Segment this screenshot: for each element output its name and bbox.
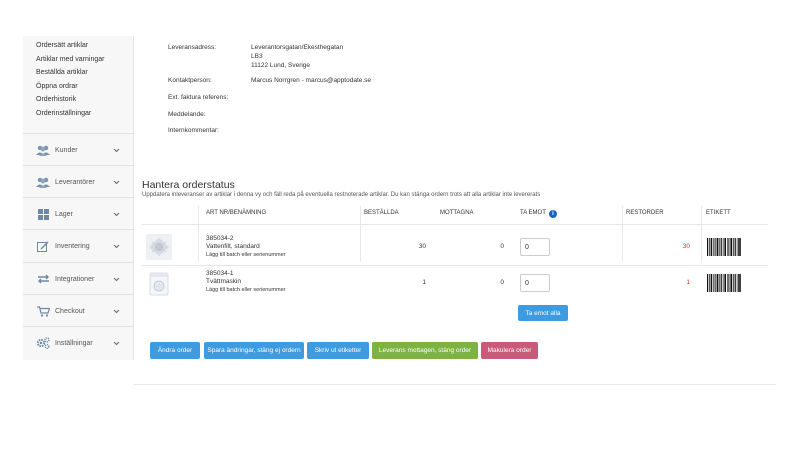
column-divider xyxy=(360,206,361,262)
column-divider xyxy=(622,206,623,262)
submenu-item-order-items[interactable]: Ordersätt artiklar xyxy=(36,39,133,53)
order-detail-panel: Leveransadress: Leverantorsgatan/Ekesthe… xyxy=(134,36,776,385)
sidebar-label: Inställningar xyxy=(55,339,93,347)
received-qty: 0 xyxy=(500,243,504,250)
col-header-ordered: BESTÄLLDA xyxy=(364,210,399,216)
delivery-received-button[interactable]: Leverans mottagen, stäng order xyxy=(372,342,478,359)
add-batch-link[interactable]: Lägg till batch eller serienummer xyxy=(206,251,285,259)
received-qty: 0 xyxy=(500,279,504,286)
address-line: 11122 Lund, Sverige xyxy=(251,62,311,69)
sidebar-item-stock[interactable]: Lager xyxy=(23,197,133,230)
submenu-item-ordered-items[interactable]: Beställda artiklar xyxy=(36,66,133,80)
sidebar-label: Leverantörer xyxy=(55,178,95,186)
receive-qty-input[interactable] xyxy=(520,238,550,256)
message-label: Meddelande: xyxy=(168,111,206,118)
chevron-down-icon xyxy=(111,244,121,249)
sidebar-item-suppliers[interactable]: Leverantörer xyxy=(23,165,133,198)
sidebar-label: Checkout xyxy=(55,307,85,315)
print-labels-button[interactable]: Skriv ut etiketter xyxy=(307,342,369,359)
backorder-qty: 30 xyxy=(682,243,690,250)
sidebar-item-checkout[interactable]: Checkout xyxy=(23,294,133,327)
col-header-received: MOTTAGNA xyxy=(440,210,474,216)
row-divider xyxy=(142,265,768,266)
contact-person-value: Marcus Norrgren - marcus@apptodate.se xyxy=(251,77,372,84)
delivery-address-value: Leverantorsgatan/Ekesthegatan LB3 11122 … xyxy=(251,43,343,70)
grid-icon xyxy=(36,208,50,220)
backorder-qty: 1 xyxy=(686,279,690,286)
product-name: Tvättmaskin xyxy=(206,278,242,285)
sidebar-label: Kunder xyxy=(55,146,78,154)
address-line: Leverantorsgatan/Ekesthegatan xyxy=(251,44,344,51)
submenu-item-order-settings[interactable]: Orderinställningar xyxy=(36,107,133,121)
order-submenu: Ordersätt artiklar Artiklar med varninga… xyxy=(23,36,133,120)
product-info: 385034-2 Vattenfilt, standard Lägg till … xyxy=(206,235,285,259)
cancel-order-button[interactable]: Makulera order xyxy=(481,342,538,359)
column-divider xyxy=(701,206,702,262)
sidebar-item-integrations[interactable]: Integrationer xyxy=(23,262,133,295)
contact-person-label: Kontaktperson: xyxy=(168,77,212,84)
chevron-down-icon xyxy=(111,148,121,153)
sidebar: Ordersätt artiklar Artiklar med varninga… xyxy=(23,36,134,360)
sidebar-item-inventory[interactable]: Inventering xyxy=(23,229,133,262)
col-header-receive: TA EMOT xyxy=(520,210,546,216)
chevron-down-icon xyxy=(111,212,121,217)
barcode-label[interactable] xyxy=(707,274,741,292)
info-icon[interactable]: i xyxy=(549,210,557,218)
product-name: Vattenfilt, standard xyxy=(206,243,260,250)
chevron-down-icon xyxy=(111,180,121,185)
manage-status-title: Hantera orderstatus xyxy=(142,179,235,191)
receive-all-button[interactable]: Ta emot alla xyxy=(518,305,568,321)
submenu-item-order-history[interactable]: Orderhistorik xyxy=(36,93,133,107)
users-icon xyxy=(36,176,50,188)
sidebar-label: Lager xyxy=(55,210,73,218)
product-info: 385034-1 Tvättmaskin Lägg till batch ell… xyxy=(206,270,285,294)
ordered-qty: 30 xyxy=(418,243,426,250)
manage-status-description: Uppdatera inleveranser av artiklar i den… xyxy=(142,192,541,198)
address-line: LB3 xyxy=(251,53,263,60)
header-divider xyxy=(142,224,768,225)
cogs-icon xyxy=(36,337,50,349)
col-header-label: ETIKETT xyxy=(706,210,731,216)
internal-comment-label: Internkommentar: xyxy=(168,127,219,134)
receive-qty-input[interactable] xyxy=(520,274,550,292)
product-image xyxy=(146,271,172,297)
sidebar-label: Integrationer xyxy=(55,275,95,283)
sidebar-item-customers[interactable]: Kunder xyxy=(23,133,133,166)
article-number: 385034-2 xyxy=(206,235,234,242)
submenu-item-open-orders[interactable]: Öppna ordrar xyxy=(36,80,133,94)
sidebar-item-settings[interactable]: Inställningar xyxy=(23,326,133,359)
cart-icon xyxy=(36,305,50,317)
change-order-button[interactable]: Ändra order xyxy=(150,342,200,359)
delivery-address-label: Leveransadress: xyxy=(168,44,217,51)
col-header-art: ART NR/BENÄMNING xyxy=(206,210,267,216)
arrows-icon xyxy=(36,273,50,285)
ext-reference-label: Ext. faktura referens: xyxy=(168,94,229,101)
col-header-backorder: RESTORDER xyxy=(626,210,664,216)
users-icon xyxy=(36,144,50,156)
sidebar-label: Inventering xyxy=(55,242,90,250)
chevron-down-icon xyxy=(111,277,121,282)
save-changes-button[interactable]: Spara ändringar, stäng ej ordern xyxy=(204,342,304,359)
article-number: 385034-1 xyxy=(206,270,234,277)
submenu-item-warnings[interactable]: Artiklar med varningar xyxy=(36,53,133,67)
edit-icon xyxy=(36,240,50,252)
chevron-down-icon xyxy=(111,309,121,314)
chevron-down-icon xyxy=(111,341,121,346)
add-batch-link[interactable]: Lägg till batch eller serienummer xyxy=(206,286,285,294)
product-image xyxy=(146,234,172,260)
barcode-label[interactable] xyxy=(707,238,741,256)
column-divider xyxy=(198,206,199,262)
ordered-qty: 1 xyxy=(422,279,426,286)
